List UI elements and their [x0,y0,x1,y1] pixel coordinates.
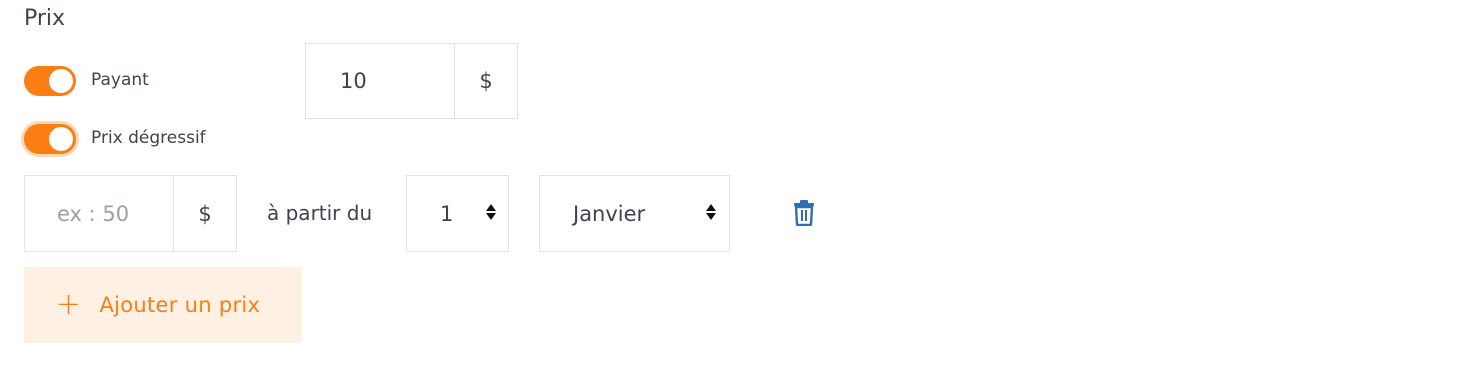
tier-currency-addon: $ [173,175,237,252]
chevron-updown-icon [706,204,716,220]
toggle-knob [49,69,73,93]
payant-label: Payant [91,70,149,90]
price-currency-addon: $ [454,43,518,119]
prix-degressif-label: Prix dégressif [91,128,206,148]
plus-icon: + [56,287,82,322]
add-price-label: Ajouter un prix [99,293,261,317]
price-value: 10 [340,69,367,93]
trash-icon[interactable] [793,200,815,227]
updown-arrows-icon[interactable] [486,204,496,220]
toggle-knob [49,127,73,151]
day-value: 1 [440,201,454,226]
month-value: Janvier [573,201,646,226]
add-price-button[interactable]: + Ajouter un prix [24,267,302,343]
price-input[interactable]: 10 [305,43,455,119]
tier-price-input[interactable]: ex : 50 [24,175,174,252]
prix-degressif-toggle[interactable] [24,124,76,154]
tier-price-placeholder: ex : 50 [57,201,130,226]
month-select[interactable]: Janvier [539,175,730,252]
payant-toggle[interactable] [24,66,76,96]
from-label: à partir du [267,201,373,225]
section-title: Prix [24,6,66,31]
